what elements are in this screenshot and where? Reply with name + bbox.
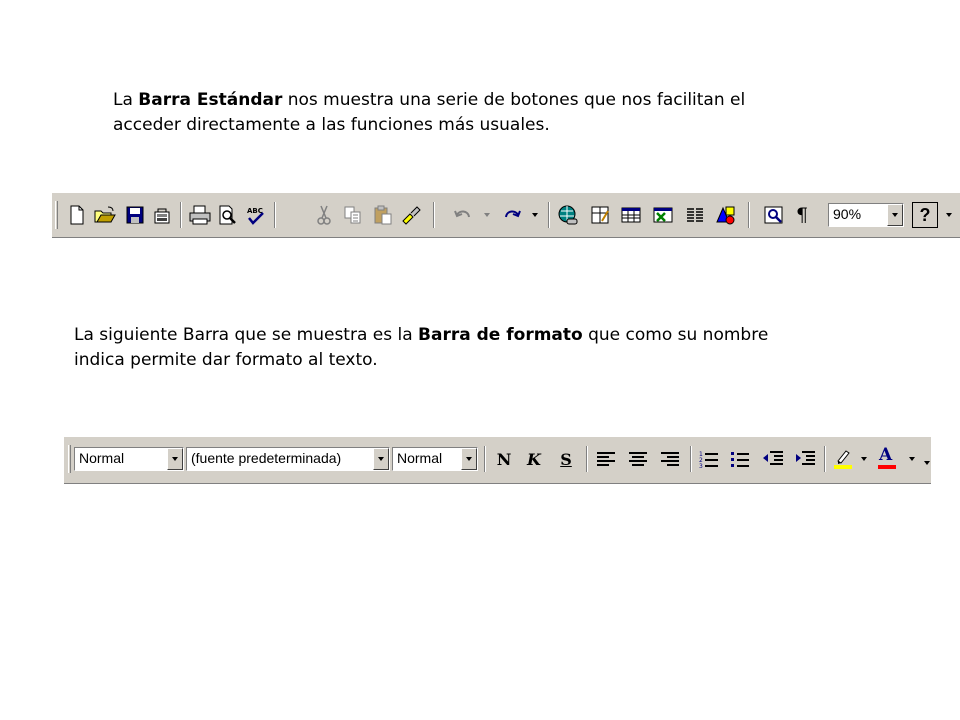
chevron-down-icon[interactable] — [461, 448, 477, 470]
chevron-down-icon[interactable] — [373, 448, 389, 470]
bold-label: N — [496, 449, 512, 469]
underline-button[interactable]: S — [553, 447, 579, 471]
toolbar-separator — [274, 202, 276, 228]
cut-scissors-icon[interactable] — [311, 203, 337, 227]
toolbar-grip[interactable] — [68, 445, 71, 473]
spelling-check-icon[interactable]: ABC — [243, 203, 269, 227]
underline-label: S — [560, 449, 572, 469]
toolbar-separator — [433, 202, 435, 228]
toolbar-separator — [180, 202, 182, 228]
toolbar-separator — [548, 202, 550, 228]
pilcrow-glyph: ¶ — [795, 204, 809, 226]
hyperlink-globe-icon[interactable] — [555, 203, 581, 227]
center-icon[interactable] — [625, 447, 651, 471]
help-icon[interactable]: ? — [912, 202, 938, 228]
print-icon[interactable] — [187, 203, 213, 227]
increase-indent-icon[interactable] — [792, 447, 818, 471]
chevron-down-icon[interactable] — [167, 448, 183, 470]
caption-bold-term: Barra Estándar — [138, 90, 283, 110]
zoom-dropdown[interactable]: 90% — [828, 203, 904, 227]
align-right-icon[interactable] — [657, 447, 683, 471]
save-disk-icon[interactable] — [122, 203, 148, 227]
toolbar-separator — [484, 446, 486, 472]
font-color-letter: A — [879, 445, 893, 465]
open-folder-icon[interactable] — [92, 203, 118, 227]
print-preview-icon[interactable] — [215, 203, 241, 227]
format-toolbar-caption: La siguiente Barra que se muestra es la … — [74, 323, 794, 373]
font-size-value: Normal — [397, 450, 443, 466]
standard-toolbar-caption: La Barra Estándar nos muestra una serie … — [113, 88, 753, 138]
undo-dropdown-arrow[interactable] — [484, 213, 490, 217]
numbering-icon[interactable]: 123 — [696, 447, 722, 471]
font-color-icon[interactable]: A — [874, 445, 900, 471]
standard-toolbar: ABC ¶ 90% ? — [52, 192, 960, 238]
caption-text: La siguiente Barra que se muestra es la — [74, 325, 419, 345]
align-left-icon[interactable] — [593, 447, 619, 471]
insert-excel-sheet-icon[interactable] — [650, 203, 676, 227]
caption-text: La — [113, 90, 139, 110]
bold-button[interactable]: N — [491, 447, 517, 471]
zoom-value: 90% — [833, 206, 862, 222]
insert-table-icon[interactable] — [618, 203, 644, 227]
redo-dropdown-arrow[interactable] — [532, 213, 538, 217]
columns-icon[interactable] — [682, 203, 708, 227]
toolbar-options-arrow[interactable] — [946, 213, 952, 217]
italic-label: K — [527, 449, 541, 469]
decrease-indent-icon[interactable] — [760, 447, 786, 471]
permissions-icon[interactable] — [150, 203, 176, 227]
font-size-dropdown[interactable]: Normal — [392, 447, 478, 471]
caption-bold-term: Barra de formato — [418, 325, 583, 345]
undo-icon[interactable] — [450, 203, 476, 227]
document-map-icon[interactable] — [761, 203, 787, 227]
chevron-down-icon[interactable] — [887, 204, 903, 226]
new-document-icon[interactable] — [64, 203, 90, 227]
show-hide-pilcrow-icon[interactable]: ¶ — [789, 203, 815, 227]
drawing-icon[interactable] — [712, 203, 738, 227]
bullets-icon[interactable] — [727, 447, 753, 471]
svg-text:3: 3 — [699, 463, 703, 468]
font-color-dropdown-arrow[interactable] — [909, 457, 915, 461]
highlight-icon[interactable] — [830, 447, 856, 471]
toolbar-separator — [586, 446, 588, 472]
redo-icon[interactable] — [499, 203, 525, 227]
tables-borders-icon[interactable] — [587, 203, 613, 227]
italic-button[interactable]: K — [521, 447, 547, 471]
format-toolbar: Normal (fuente predeterminada) Normal N … — [64, 436, 931, 484]
highlight-dropdown-arrow[interactable] — [861, 457, 867, 461]
font-dropdown[interactable]: (fuente predeterminada) — [186, 447, 390, 471]
format-painter-icon[interactable] — [398, 203, 424, 227]
toolbar-separator — [748, 202, 750, 228]
toolbar-separator — [690, 446, 692, 472]
style-dropdown[interactable]: Normal — [74, 447, 184, 471]
style-value: Normal — [79, 450, 125, 466]
toolbar-separator — [824, 446, 826, 472]
font-value: (fuente predeterminada) — [191, 450, 342, 466]
help-glyph: ? — [919, 204, 931, 225]
toolbar-grip[interactable] — [55, 201, 58, 229]
toolbar-options-arrow[interactable] — [924, 461, 930, 465]
paste-icon[interactable] — [370, 203, 396, 227]
copy-icon[interactable] — [340, 203, 366, 227]
